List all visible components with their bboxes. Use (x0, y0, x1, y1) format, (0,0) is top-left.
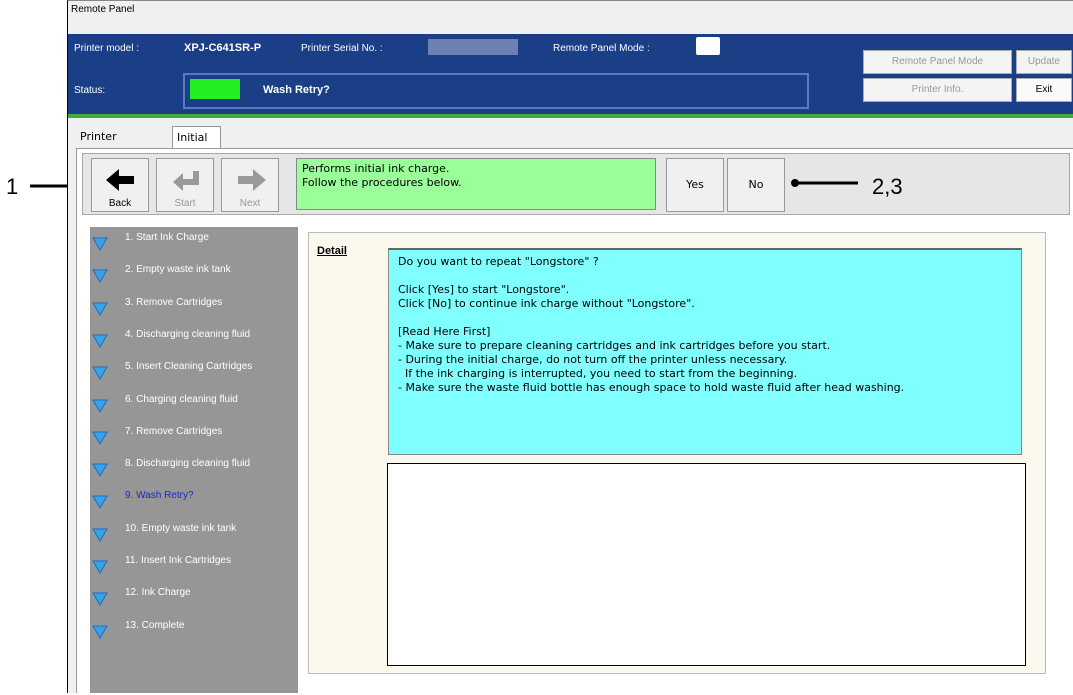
printer-model-value: XPJ-C641SR-P (184, 42, 262, 54)
return-arrow-icon (173, 171, 199, 191)
arrow-left-icon (106, 169, 134, 191)
detail-line (398, 311, 1012, 325)
detail-line: - During the initial charge, do not turn… (398, 353, 788, 366)
detail-line: Do you want to repeat "Longstore" ? (398, 255, 599, 268)
exit-button[interactable]: Exit (1016, 78, 1072, 102)
message-line-1: Performs initial ink charge. (302, 162, 450, 175)
step-item: 8. Discharging cleaning fluid (90, 453, 298, 485)
window-title: Remote Panel (71, 4, 135, 15)
toolbar: Back Start Next Performs initial ink cha… (82, 153, 1070, 215)
step-label: 1. Start Ink Charge (125, 232, 209, 243)
step-item: 2. Empty waste ink tank (90, 259, 298, 291)
header-panel: Printer model : XPJ-C641SR-P Printer Ser… (68, 34, 863, 114)
header-separator (68, 114, 1073, 118)
step-label: 4. Discharging cleaning fluid (125, 328, 251, 340)
initial-charge-page: Back Start Next Performs initial ink cha… (76, 148, 1073, 693)
step-item: 13. Complete (90, 615, 298, 647)
detail-label: Detail (317, 245, 347, 257)
detail-text-box: Do you want to repeat "Longstore" ? Click… (388, 248, 1022, 455)
mode-indicator (696, 37, 720, 55)
detail-line: Click [Yes] to start "Longstore". (398, 283, 570, 296)
next-button[interactable]: Next (221, 158, 279, 212)
step-item: 11. Insert Ink Cartridges (90, 550, 298, 582)
step-label: 13. Complete (125, 619, 185, 631)
step-item: 10. Empty waste ink tank (90, 518, 298, 550)
remote-panel-window: Remote Panel Printer model : XPJ-C641SR-… (67, 0, 1073, 693)
triangle-down-icon (92, 269, 108, 284)
tab-initial-charge[interactable]: Initial Charge (172, 126, 222, 165)
secondary-text-box (387, 463, 1026, 666)
status-indicator (190, 79, 240, 99)
step-item: 3. Remove Cartridges (90, 292, 298, 324)
step-item: 4. Discharging cleaning fluid (90, 324, 298, 356)
triangle-down-icon (92, 366, 108, 381)
detail-line (398, 269, 1012, 283)
header-buttons: Remote Panel Mode Update Printer Info. E… (863, 34, 1073, 114)
step-list: 1. Start Ink Charge 2. Empty waste ink ta… (90, 227, 298, 693)
detail-line: - Make sure the waste fluid bottle has e… (398, 381, 905, 394)
callout-2-3-arrow (791, 179, 858, 187)
detail-line: [Read Here First] (398, 325, 491, 338)
title-bar: Remote Panel (68, 1, 1073, 35)
callout-1-label: 1 (6, 174, 19, 199)
tab-printer-status[interactable]: Printer Status (76, 126, 121, 164)
arrow-right-icon (238, 169, 266, 191)
step-label: 7. Remove Cartridges (125, 425, 223, 437)
update-button[interactable]: Update (1016, 50, 1072, 74)
serial-value-redacted (428, 39, 518, 55)
step-label: 2. Empty waste ink tank (125, 264, 231, 276)
printer-model-label: Printer model : (74, 43, 140, 54)
detail-line: If the ink charging is interrupted, you … (398, 367, 798, 380)
triangle-down-icon (92, 302, 108, 316)
step-item: 6. Charging cleaning fluid (90, 389, 298, 421)
back-button[interactable]: Back (91, 158, 149, 212)
status-label: Status: (74, 85, 106, 96)
triangle-down-icon (92, 334, 108, 348)
instruction-message: Performs initial ink charge. Follow the … (296, 158, 656, 210)
triangle-down-icon (92, 237, 108, 251)
yes-button[interactable]: Yes (666, 158, 724, 212)
triangle-down-icon (92, 592, 108, 607)
step-item: 1. Start Ink Charge (90, 227, 298, 259)
triangle-down-icon (92, 528, 108, 542)
mode-label: Remote Panel Mode : (553, 43, 650, 54)
step-label: 9. Wash Retry? (125, 490, 194, 502)
triangle-down-icon (92, 463, 108, 478)
step-label: 8. Discharging cleaning fluid (125, 458, 251, 470)
step-label: 6. Charging cleaning fluid (125, 393, 238, 405)
detail-line: - Make sure to prepare cleaning cartridg… (398, 339, 831, 352)
step-item: 12. Ink Charge (90, 582, 298, 614)
start-label: Start (174, 198, 196, 209)
triangle-down-icon (92, 399, 108, 413)
triangle-down-icon (92, 625, 108, 639)
printer-info-button[interactable]: Printer Info. (863, 78, 1012, 102)
detail-panel: Detail Do you want to repeat "Longstore"… (308, 232, 1046, 674)
step-item: 5. Insert Cleaning Cartridges (90, 356, 298, 388)
back-label: Back (108, 198, 132, 209)
message-line-2: Follow the procedures below. (302, 176, 462, 189)
triangle-down-icon (92, 431, 108, 445)
next-label: Next (239, 198, 261, 209)
callout-2-3-label: 2,3 (872, 174, 903, 199)
detail-line: Click [No] to continue ink charge withou… (398, 297, 695, 310)
step-label: 12. Ink Charge (125, 587, 191, 599)
step-label: 3. Remove Cartridges (125, 296, 223, 308)
serial-label: Printer Serial No. : (301, 43, 383, 54)
triangle-down-icon (92, 495, 108, 510)
step-item: 7. Remove Cartridges (90, 421, 298, 453)
status-text: Wash Retry? (263, 84, 330, 96)
step-label: 11. Insert Ink Cartridges (125, 555, 231, 566)
step-label: 5. Insert Cleaning Cartridges (125, 361, 253, 373)
remote-panel-mode-button[interactable]: Remote Panel Mode (863, 50, 1012, 74)
start-button[interactable]: Start (156, 158, 214, 212)
no-button[interactable]: No (727, 158, 785, 212)
step-item: 9. Wash Retry? (90, 485, 298, 517)
step-label: 10. Empty waste ink tank (125, 522, 237, 534)
triangle-down-icon (92, 560, 108, 574)
